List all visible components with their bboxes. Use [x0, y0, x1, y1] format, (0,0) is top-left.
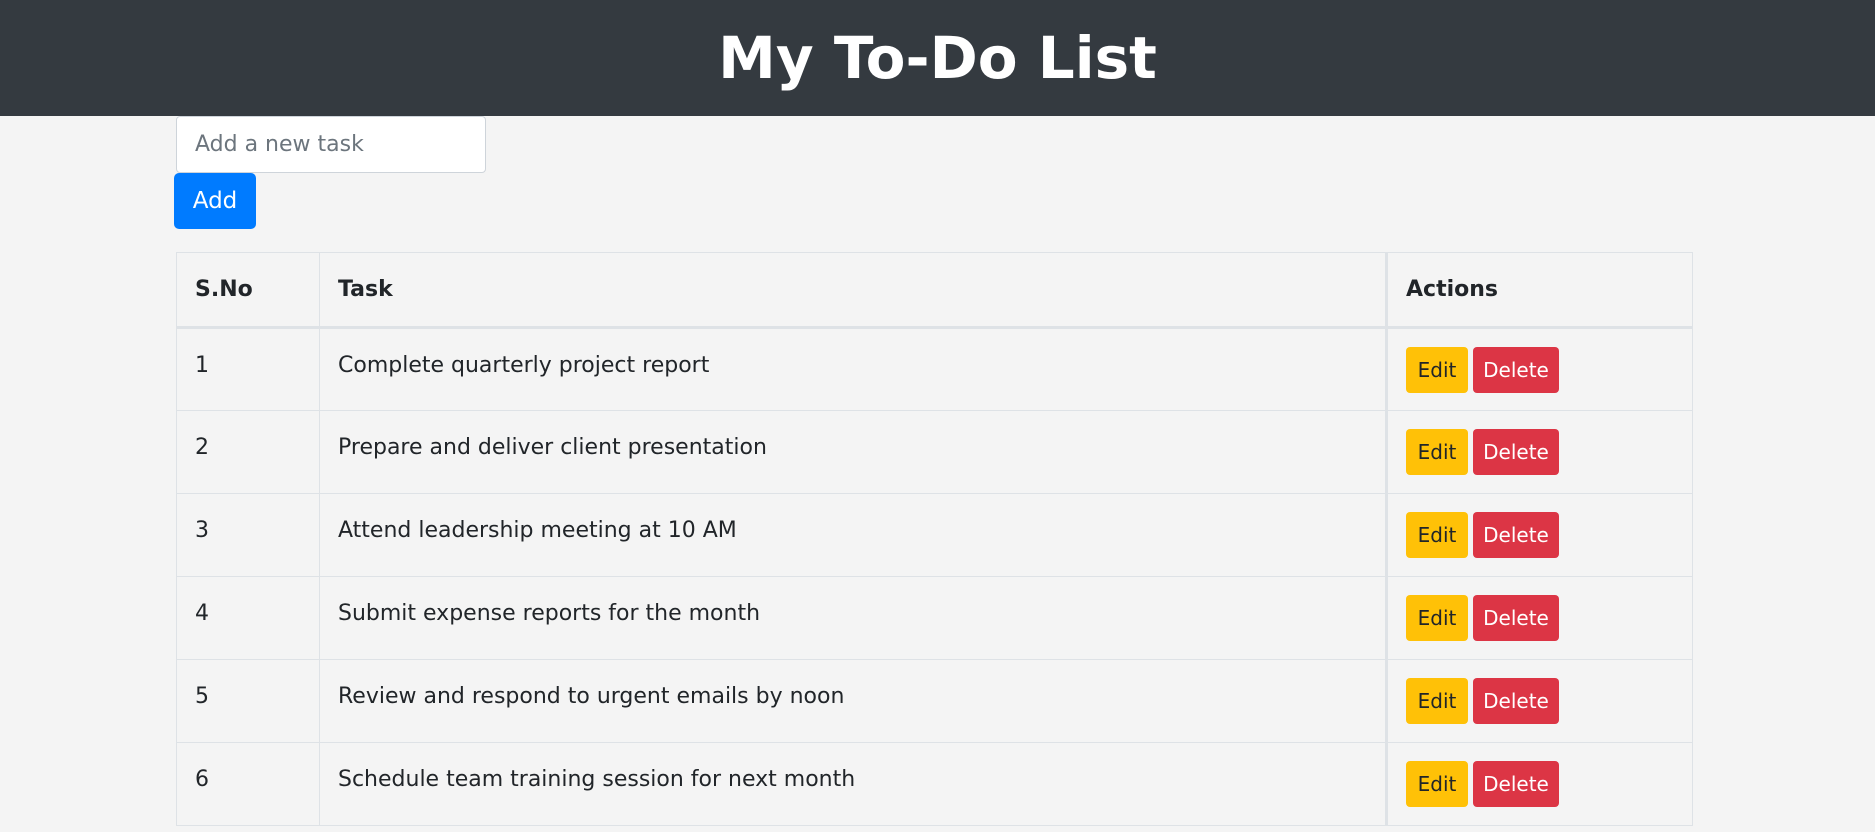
edit-button[interactable]: Edit: [1406, 512, 1468, 558]
table-row: 2 Prepare and deliver client presentatio…: [176, 410, 1693, 494]
delete-button[interactable]: Delete: [1473, 512, 1559, 558]
table-row: 3 Attend leadership meeting at 10 AM Edi…: [176, 493, 1693, 577]
task-text: Complete quarterly project report: [319, 327, 1387, 411]
row-actions: Edit Delete: [1385, 659, 1693, 743]
task-text: Review and respond to urgent emails by n…: [319, 659, 1387, 743]
edit-button[interactable]: Edit: [1406, 761, 1468, 807]
delete-button[interactable]: Delete: [1473, 678, 1559, 724]
delete-button[interactable]: Delete: [1473, 429, 1559, 475]
row-number: 3: [176, 493, 320, 577]
edit-button[interactable]: Edit: [1406, 346, 1468, 393]
column-header-sno: S.No: [176, 252, 320, 329]
edit-button[interactable]: Edit: [1406, 678, 1468, 724]
table-header-row: S.No Task Actions: [176, 252, 1693, 329]
page-title: My To-Do List: [718, 24, 1157, 92]
delete-button[interactable]: Delete: [1473, 761, 1559, 807]
row-number: 6: [176, 742, 320, 826]
task-table: S.No Task Actions 1 Complete quarterly p…: [176, 252, 1693, 826]
row-actions: Edit Delete: [1385, 742, 1693, 826]
new-task-input[interactable]: [176, 116, 486, 173]
row-actions: Edit Delete: [1385, 327, 1693, 411]
edit-button[interactable]: Edit: [1406, 595, 1468, 641]
task-text: Attend leadership meeting at 10 AM: [319, 493, 1387, 577]
row-number: 2: [176, 410, 320, 494]
edit-button[interactable]: Edit: [1406, 429, 1468, 475]
task-text: Schedule team training session for next …: [319, 742, 1387, 826]
table-row: 5 Review and respond to urgent emails by…: [176, 659, 1693, 743]
task-text: Submit expense reports for the month: [319, 576, 1387, 660]
delete-button[interactable]: Delete: [1473, 346, 1559, 393]
row-actions: Edit Delete: [1385, 576, 1693, 660]
table-row: 6 Schedule team training session for nex…: [176, 742, 1693, 826]
main-content: Add S.No Task Actions 1 Complete quarter…: [174, 116, 1693, 826]
column-header-actions: Actions: [1385, 252, 1693, 329]
delete-button[interactable]: Delete: [1473, 595, 1559, 641]
row-number: 1: [176, 327, 320, 411]
table-row: 4 Submit expense reports for the month E…: [176, 576, 1693, 660]
row-actions: Edit Delete: [1385, 410, 1693, 494]
table-row: 1 Complete quarterly project report Edit…: [176, 327, 1693, 411]
add-task-button[interactable]: Add: [174, 173, 256, 229]
row-actions: Edit Delete: [1385, 493, 1693, 577]
task-text: Prepare and deliver client presentation: [319, 410, 1387, 494]
row-number: 4: [176, 576, 320, 660]
row-number: 5: [176, 659, 320, 743]
page-header: My To-Do List: [0, 0, 1875, 116]
column-header-task: Task: [319, 252, 1387, 329]
